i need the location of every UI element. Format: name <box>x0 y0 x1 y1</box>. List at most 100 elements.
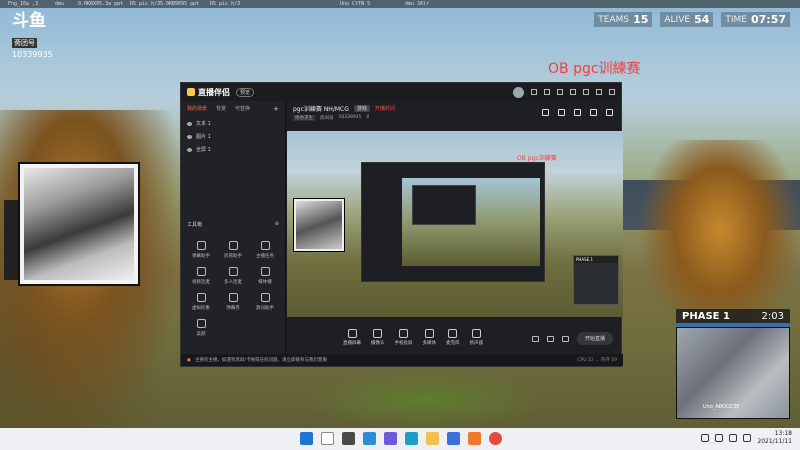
avatar[interactable] <box>513 86 524 98</box>
tool-task[interactable]: 主播任务 <box>249 241 281 259</box>
message-icon[interactable] <box>544 89 550 95</box>
eye-icon[interactable] <box>187 134 192 139</box>
taskbar-icons <box>300 432 502 445</box>
main-content: pgc训練赛 NH/MCG 游戏 开播时间 绝地求生 房间号 10339935 … <box>287 101 623 356</box>
preview-camera <box>293 198 345 252</box>
windows-taskbar: 13:18 2021/11/11 <box>0 428 800 450</box>
settings-icon[interactable] <box>531 89 537 95</box>
tool-label: 虚拟形象 <box>192 306 210 311</box>
eye-icon[interactable] <box>187 147 192 152</box>
add-scene-button[interactable]: + <box>273 105 279 113</box>
tab-scenes[interactable]: 我的场景 <box>187 105 207 113</box>
share-icon[interactable] <box>606 109 613 116</box>
minimize-icon[interactable] <box>583 89 589 95</box>
tool-label: 房管助手 <box>224 254 242 259</box>
tool-danmu[interactable]: 弹幕助手 <box>185 241 217 259</box>
tool-danmu-roll[interactable]: 弹幕卷 <box>217 293 249 311</box>
source-label: 麦克风 <box>446 340 460 346</box>
phase-panel: PHASE 1 2:03 Uno_ABOUZ3E <box>676 309 790 419</box>
topbar-item: Uno CtTN S <box>340 1 371 7</box>
game-topbar: Fng_10a ,3 dmu 0.0KBX95.3a ppt R5 pic h/… <box>0 0 800 8</box>
chrome-icon[interactable] <box>489 432 502 445</box>
clock[interactable]: 13:18 2021/11/11 <box>757 430 792 446</box>
douyu-logo: 斗鱼 斋团号 10339935 <box>12 12 60 59</box>
source-camera-button[interactable]: 摄像头 <box>371 328 385 346</box>
source-media-button[interactable]: 多媒体 <box>423 328 436 346</box>
logo-room-id: 10339935 <box>12 50 53 59</box>
source-screen-button[interactable]: 直播屏幕 <box>343 328 361 346</box>
tab-replaceable[interactable]: 可替换 <box>235 105 250 113</box>
source-label: 手机投屏 <box>394 340 413 346</box>
tool-label: 歌词助手 <box>256 306 274 311</box>
layer-item[interactable]: 图片 1 <box>181 130 285 143</box>
tool-icon <box>260 267 270 276</box>
record-icon[interactable] <box>531 335 539 342</box>
app-icon[interactable] <box>468 432 481 445</box>
room-icons <box>542 109 613 116</box>
gift-icon[interactable] <box>574 109 581 116</box>
volume-icon[interactable] <box>729 434 738 442</box>
windows-icon[interactable] <box>300 432 313 445</box>
gear-icon[interactable] <box>561 335 569 342</box>
tool-video-link[interactable]: 视频连麦 <box>185 267 217 285</box>
minimap: Uno_ABOUZ3E <box>676 327 790 419</box>
widgets-icon[interactable] <box>363 432 376 445</box>
toolbox-header: 工具箱 ⊖ <box>187 221 279 228</box>
start-stream-button[interactable]: 开始直播 <box>576 332 613 345</box>
source-speaker-button[interactable]: 扬声器 <box>470 328 483 346</box>
edge-icon[interactable] <box>405 432 418 445</box>
lock-icon[interactable] <box>558 109 565 116</box>
camera-overlay <box>18 162 140 286</box>
tool-icon <box>228 267 238 276</box>
tool-icon <box>228 241 238 250</box>
version-badge[interactable]: 预览 <box>236 87 255 97</box>
stat-time: TIME 07:57 <box>721 12 790 27</box>
tool-media[interactable]: 媒体播 <box>249 267 281 285</box>
search-icon[interactable] <box>321 432 334 445</box>
cart-icon[interactable] <box>542 109 549 116</box>
source-mic-button[interactable]: 麦克风 <box>446 328 460 346</box>
tool-beauty[interactable]: 美颜 <box>185 319 217 337</box>
tool-icon <box>196 267 206 276</box>
explorer-icon[interactable] <box>426 432 439 445</box>
maximize-icon[interactable] <box>596 89 602 95</box>
tool-icon <box>196 319 206 328</box>
room-id: 10339935 <box>338 115 362 120</box>
preview-phase: PHASE 1 <box>573 255 619 305</box>
menu-icon[interactable] <box>570 89 576 95</box>
skin-icon[interactable] <box>557 89 563 95</box>
source-phone-button[interactable]: 手机投屏 <box>394 328 413 346</box>
topbar-item: 0.0KBX95.3a ppt <box>78 1 124 7</box>
tab-background[interactable]: 背景 <box>216 105 226 113</box>
room-category[interactable]: 绝地求生 <box>293 115 315 121</box>
eye-icon[interactable] <box>187 121 192 126</box>
tool-label: 多人连麦 <box>224 280 242 285</box>
room-hot: 0 <box>366 115 370 120</box>
bell-icon[interactable] <box>590 109 597 116</box>
phase-label: PHASE 1 <box>682 310 730 322</box>
layer-item[interactable]: 文本 1 <box>181 117 285 130</box>
tool-avatar[interactable]: 虚拟形象 <box>185 293 217 311</box>
stat-teams: TEAMS 15 <box>594 12 653 27</box>
taskview-icon[interactable] <box>342 432 355 445</box>
system-tray: 13:18 2021/11/11 <box>701 430 792 446</box>
tool-lyrics[interactable]: 歌词助手 <box>249 293 281 311</box>
close-icon[interactable] <box>609 89 615 95</box>
media-icon <box>424 328 434 338</box>
title-controls <box>513 86 615 98</box>
room-title[interactable]: pgc训練赛 NH/MCG <box>293 104 349 113</box>
layer-item[interactable]: 全屏 1 <box>181 143 285 156</box>
chevron-up-icon[interactable] <box>701 434 710 442</box>
tool-admin[interactable]: 房管助手 <box>217 241 249 259</box>
topbar-item: dmu 3Alr <box>405 1 430 7</box>
toolbox-more-icon[interactable]: ⊖ <box>275 221 279 228</box>
ob-title: OB pgc训練赛 <box>548 61 641 77</box>
wifi-icon[interactable] <box>715 434 724 442</box>
chat-icon[interactable] <box>384 432 397 445</box>
eye-preview-icon[interactable] <box>546 335 554 342</box>
stat-value: 07:57 <box>750 13 786 26</box>
stream-preview[interactable]: OB pgc训練赛 PHASE 1 <box>287 131 623 317</box>
battery-icon[interactable] <box>743 434 752 442</box>
tool-multi-link[interactable]: 多人连麦 <box>217 267 249 285</box>
store-icon[interactable] <box>447 432 460 445</box>
